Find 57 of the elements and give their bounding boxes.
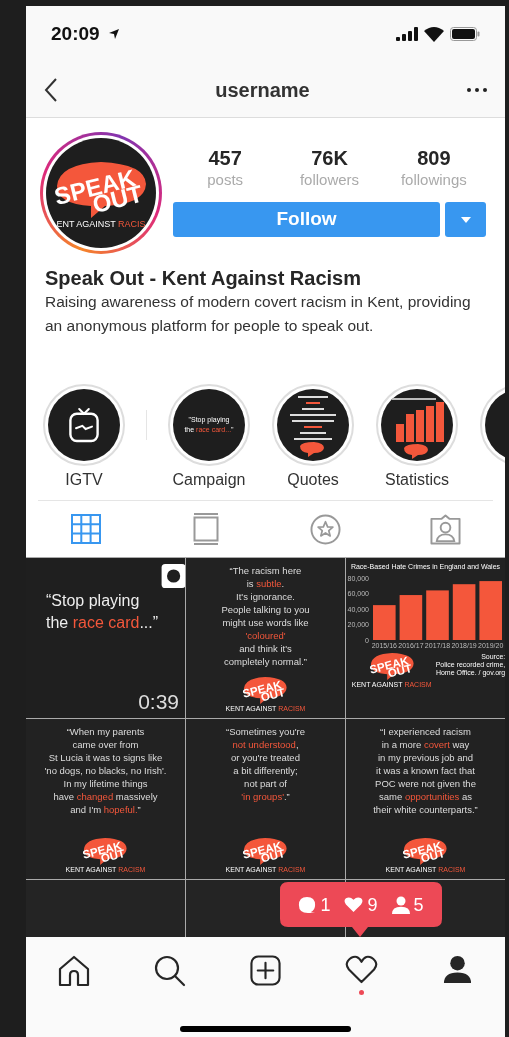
comment-icon: [298, 895, 317, 914]
stat-label: followings: [400, 170, 467, 190]
stat-value: 809: [417, 146, 451, 170]
notification-count: 5: [413, 895, 424, 914]
battery-icon: [450, 27, 480, 41]
notification-count: 1: [320, 895, 331, 914]
dropdown-button[interactable]: [445, 202, 486, 237]
logo-tagline: ENT AGAINST RACIS: [56, 219, 146, 229]
speak-out-logo: SPEAK OUT: [81, 836, 130, 865]
speak-out-logo: SPEAK OUT: [241, 675, 290, 704]
post-tile[interactable]: “Stop playing the race card...” 0:39: [26, 558, 185, 718]
profile-icon[interactable]: [442, 955, 472, 984]
highlight-label[interactable]: Quotes: [287, 470, 339, 490]
person-icon: [391, 895, 410, 914]
location-arrow-icon: [107, 28, 120, 40]
video-icon: [161, 564, 185, 588]
quote-text: “The racism here is subtle. It's ignorance. People talking to you might use words like 'coloured' and think it's completely normal.”: [221, 564, 310, 668]
notification-count: 9: [367, 895, 378, 914]
feed-icon: [192, 513, 219, 545]
quote-text: “When my parents came over from St Lucia it was to signs like 'no dogs, no blacks, no Irish'. In my lifetime things have changed massively and I'm hopeful.”: [44, 725, 167, 816]
highlight-label[interactable]: IGTV: [65, 470, 103, 490]
post-tile[interactable]: [26, 880, 185, 937]
grid-icon: [70, 514, 101, 544]
signal-icon: [396, 27, 418, 41]
quote-text: “I experienced racism in a more covert way in my previous job and it was a known fact that POC were not given the same opportunities as their white counterparts.”: [373, 725, 478, 816]
speak-out-logo: SPEAK OUT: [367, 651, 416, 680]
stat-label: posts: [207, 170, 244, 190]
bar: [399, 595, 422, 640]
caret-icon: [460, 216, 471, 223]
stat-value: 76K: [311, 146, 348, 170]
heart-icon: [344, 896, 364, 913]
profile-bio: Raising awareness of modern covert racism in Kent, providing an anonymous platform for people to speak out.: [44, 292, 472, 336]
page-title: username: [214, 77, 311, 103]
status-time: 20:09: [51, 21, 100, 46]
speak-out-logo: SPEAK OUT: [241, 836, 290, 865]
tagged-person-icon: [429, 513, 461, 545]
stat-value: 457: [208, 146, 242, 170]
quote-text: “Stop playing the race card...”: [46, 591, 159, 633]
wifi-icon: [424, 26, 444, 42]
quote-text: “Sometimes you're not understood, or you're treated a bit differently; not part of 'in groups'.”: [226, 725, 305, 803]
more-icon[interactable]: [467, 87, 487, 92]
home-icon[interactable]: [56, 955, 91, 987]
search-icon[interactable]: [153, 955, 186, 987]
bar: [478, 581, 502, 640]
bar: [372, 605, 396, 640]
speak-out-logo: SPEAK OUT: [401, 836, 450, 865]
back-icon[interactable]: [44, 77, 58, 102]
stat-label: followers: [299, 170, 360, 190]
highlight-label[interactable]: Statistics: [385, 470, 449, 490]
heart-icon[interactable]: [344, 955, 378, 984]
video-duration: 0:39: [138, 691, 179, 712]
add-post-icon[interactable]: [250, 955, 281, 986]
highlight-label[interactable]: Campaign: [172, 470, 246, 490]
bar: [425, 590, 449, 640]
tv-icon: [68, 407, 100, 443]
profile-name: Speak Out - Kent Against Racism: [44, 266, 362, 290]
bar: [452, 584, 475, 640]
